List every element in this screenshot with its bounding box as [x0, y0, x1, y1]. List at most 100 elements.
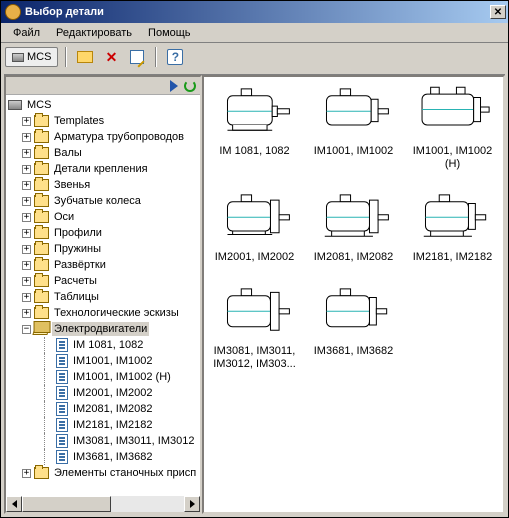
folder-icon — [34, 307, 49, 319]
page-icon — [56, 434, 68, 448]
tree-item[interactable]: IM1001, IM1002 — [6, 353, 200, 369]
motor-icon — [410, 85, 496, 141]
list-item[interactable]: IM2081, IM2082 — [307, 191, 400, 264]
expand-icon[interactable]: + — [22, 165, 31, 174]
tree-folder[interactable]: +Развёртки — [6, 257, 200, 273]
mcs-button[interactable]: MCS — [5, 47, 58, 67]
tree-item[interactable]: IM 1081, 1082 — [6, 337, 200, 353]
list-item[interactable]: IM1001, IM1002 — [307, 85, 400, 171]
list-item[interactable]: IM2001, IM2002 — [208, 191, 301, 264]
tree-folder[interactable]: +Оси — [6, 209, 200, 225]
list-item[interactable]: IM3081, IM3011, IM3012, IM303... — [208, 285, 301, 371]
close-button[interactable]: ✕ — [490, 5, 506, 19]
folder-icon — [34, 131, 49, 143]
triangle-right-icon — [190, 500, 195, 508]
folder-icon — [34, 467, 49, 479]
tree-item[interactable]: IM3081, IM3011, IM3012 — [6, 433, 200, 449]
expand-icon[interactable]: + — [22, 133, 31, 142]
scroll-right-button[interactable] — [184, 496, 200, 512]
tree-folder[interactable]: +Пружины — [6, 241, 200, 257]
page-icon — [56, 338, 68, 352]
menu-edit[interactable]: Редактировать — [48, 25, 140, 41]
item-caption: IM2181, IM2182 — [413, 251, 493, 264]
tree-toolbar — [6, 77, 200, 95]
toolbar: MCS ✕ ? — [1, 43, 508, 71]
item-caption: IM1001, IM1002 — [314, 145, 394, 158]
qmark-icon: ? — [167, 49, 183, 65]
tree-item[interactable]: IM2181, IM2182 — [6, 417, 200, 433]
expand-icon[interactable]: + — [22, 181, 31, 190]
page-icon — [56, 370, 68, 384]
horizontal-scrollbar[interactable] — [6, 496, 200, 512]
expand-icon[interactable]: + — [22, 229, 31, 238]
tree-folder[interactable]: +Зубчатые колеса — [6, 193, 200, 209]
delete-button[interactable]: ✕ — [100, 46, 122, 68]
menubar: Файл Редактировать Помощь — [1, 23, 508, 43]
content-panel: IM 1081, 1082 IM1001, IM1002 — [202, 75, 505, 514]
item-caption: IM2001, IM2002 — [215, 251, 295, 264]
nav-arrow-icon[interactable] — [170, 80, 178, 92]
tree-item[interactable]: IM1001, IM1002 (H) — [6, 369, 200, 385]
tree-folder[interactable]: +Профили — [6, 225, 200, 241]
x-icon: ✕ — [106, 49, 118, 66]
expand-icon[interactable]: + — [22, 197, 31, 206]
folder-icon — [34, 259, 49, 271]
scroll-track[interactable] — [22, 496, 184, 512]
tree-root[interactable]: MCS — [6, 97, 200, 113]
toolbar-separator — [155, 47, 157, 67]
list-item[interactable]: IM3681, IM3682 — [307, 285, 400, 371]
tree-root-label: MCS — [25, 98, 53, 112]
tree-folder[interactable]: +Арматура трубопроводов — [6, 129, 200, 145]
collapse-icon[interactable]: − — [22, 325, 31, 334]
tree-folder[interactable]: +Templates — [6, 113, 200, 129]
scroll-left-button[interactable] — [6, 496, 22, 512]
folder-icon — [34, 227, 49, 239]
tree-folder[interactable]: +Технологические эскизы — [6, 305, 200, 321]
expand-icon[interactable]: + — [22, 117, 31, 126]
expand-icon[interactable]: + — [22, 293, 31, 302]
help-button[interactable]: ? — [164, 46, 186, 68]
expand-icon[interactable]: + — [22, 149, 31, 158]
tree-folder[interactable]: +Детали крепления — [6, 161, 200, 177]
page-icon — [56, 354, 68, 368]
list-item[interactable]: IM 1081, 1082 — [208, 85, 301, 171]
edit-button[interactable] — [126, 46, 148, 68]
tree-folder[interactable]: +Валы — [6, 145, 200, 161]
page-icon — [56, 450, 68, 464]
page-icon — [56, 402, 68, 416]
tree-item[interactable]: IM3681, IM3682 — [6, 449, 200, 465]
folder-icon — [34, 243, 49, 255]
mcs-label: MCS — [27, 51, 51, 63]
tree-folder[interactable]: +Элементы станочных присп — [6, 465, 200, 481]
refresh-icon[interactable] — [184, 80, 196, 92]
tree-folder[interactable]: +Звенья — [6, 177, 200, 193]
page-icon — [56, 386, 68, 400]
folder-icon — [34, 291, 49, 303]
window-title: Выбор детали — [25, 6, 490, 18]
item-caption: IM2081, IM2082 — [314, 251, 394, 264]
menu-help[interactable]: Помощь — [140, 25, 199, 41]
scroll-thumb[interactable] — [22, 496, 111, 512]
expand-icon[interactable]: + — [22, 309, 31, 318]
item-caption: IM1001, IM1002 (H) — [407, 145, 499, 171]
open-button[interactable] — [74, 46, 96, 68]
folder-icon — [34, 115, 49, 127]
tree-item[interactable]: IM2081, IM2082 — [6, 401, 200, 417]
list-item[interactable]: IM1001, IM1002 (H) — [406, 85, 499, 171]
folder-icon — [34, 179, 49, 191]
list-item[interactable]: IM2181, IM2182 — [406, 191, 499, 264]
expand-icon[interactable]: + — [22, 245, 31, 254]
menu-file[interactable]: Файл — [5, 25, 48, 41]
expand-icon[interactable]: + — [22, 261, 31, 270]
tree-folder[interactable]: +Таблицы — [6, 289, 200, 305]
expand-icon[interactable]: + — [22, 469, 31, 478]
motor-icon — [311, 85, 397, 141]
expand-icon[interactable]: + — [22, 277, 31, 286]
tree-folder-selected[interactable]: − Электродвигатели — [6, 321, 200, 337]
edit-icon — [130, 50, 144, 64]
chip-icon — [12, 53, 24, 62]
folder-icon — [34, 147, 49, 159]
expand-icon[interactable]: + — [22, 213, 31, 222]
tree-item[interactable]: IM2001, IM2002 — [6, 385, 200, 401]
tree-folder[interactable]: +Расчеты — [6, 273, 200, 289]
